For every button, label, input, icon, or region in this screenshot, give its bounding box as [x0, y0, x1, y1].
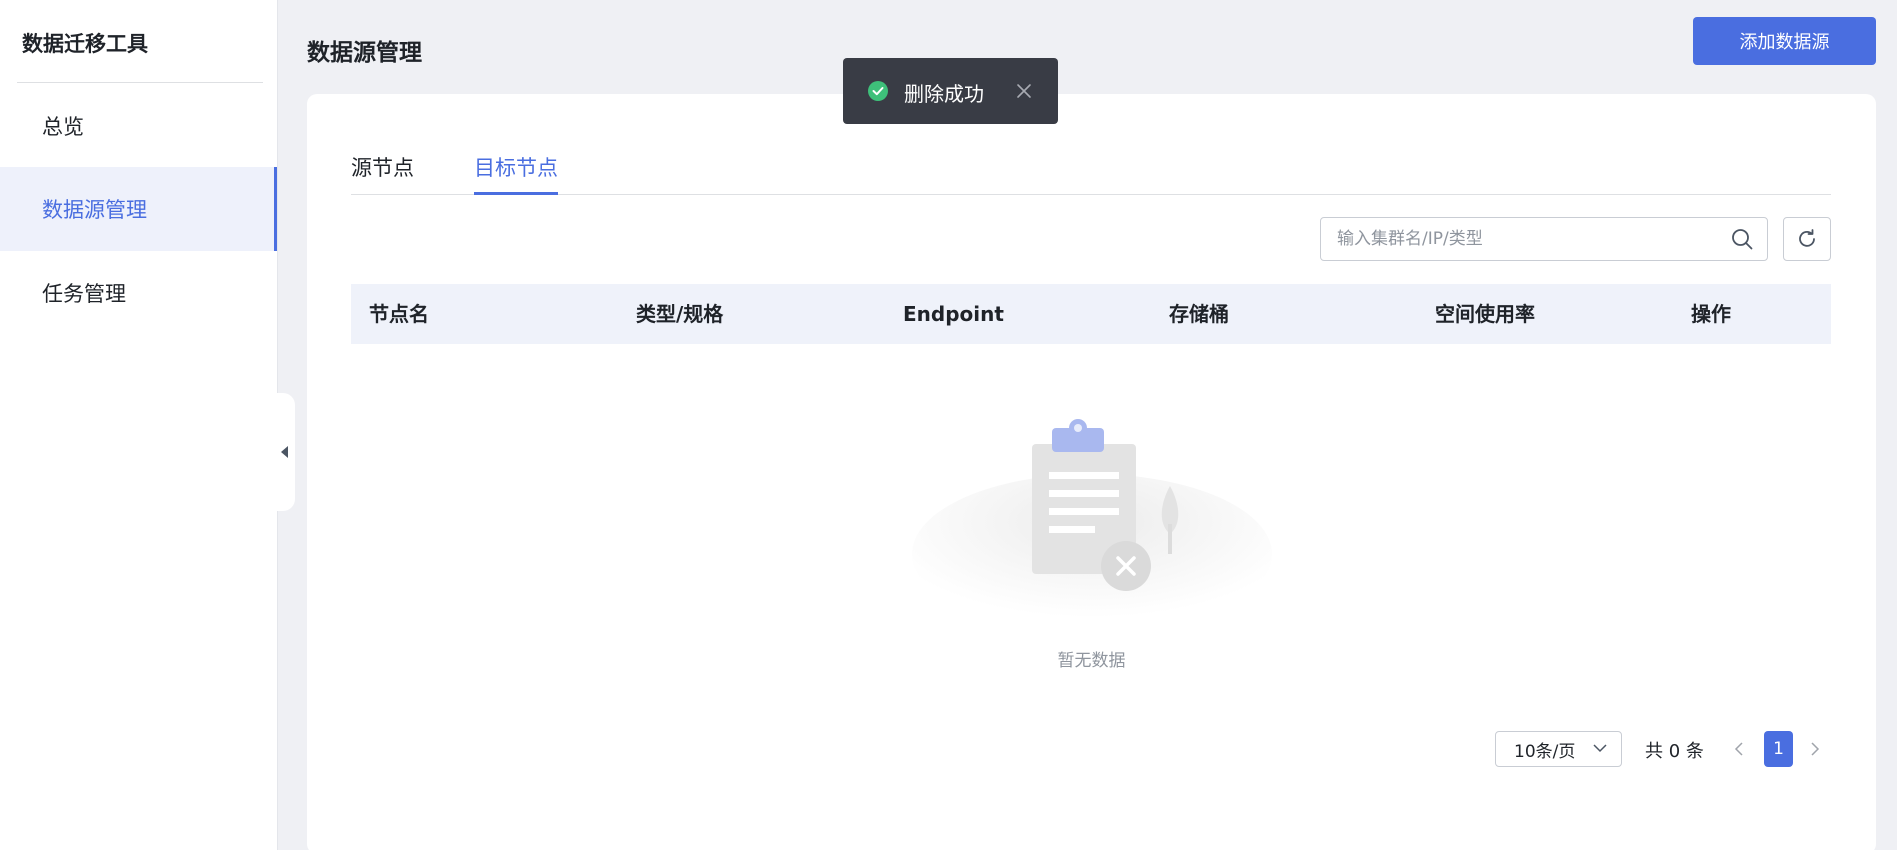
chevron-right-icon — [1811, 742, 1820, 756]
empty-data-illustration — [912, 419, 1272, 634]
tab-target-nodes[interactable]: 目标节点 — [474, 150, 558, 195]
sidebar-item-datasource-management[interactable]: 数据源管理 — [0, 167, 277, 251]
sidebar-item-label: 任务管理 — [42, 282, 126, 306]
close-icon[interactable] — [1016, 83, 1032, 99]
total-count: 共 0 条 — [1645, 741, 1704, 762]
page-title: 数据源管理 — [307, 40, 422, 66]
next-page-button[interactable] — [1803, 735, 1827, 763]
column-header-endpoint: Endpoint — [903, 302, 1004, 326]
main-card: 源节点 目标节点 节点名 类型/规格 Endpoint 存储桶 空间使用率 操作 — [307, 94, 1876, 850]
column-header-space-usage: 空间使用率 — [1435, 302, 1535, 326]
page-number-current[interactable]: 1 — [1764, 731, 1793, 767]
column-header-type-spec: 类型/规格 — [636, 302, 724, 326]
search-input[interactable] — [1321, 218, 1721, 260]
column-header-node-name: 节点名 — [369, 302, 429, 326]
refresh-button[interactable] — [1783, 217, 1831, 261]
empty-state-text: 暂无数据 — [1057, 651, 1126, 671]
sidebar-item-overview[interactable]: 总览 — [0, 84, 277, 168]
prev-page-button[interactable] — [1727, 735, 1751, 763]
search-box — [1320, 217, 1768, 261]
column-header-bucket: 存储桶 — [1169, 302, 1229, 326]
page-size-select[interactable]: 10条/页 — [1495, 731, 1622, 767]
sidebar-item-label: 总览 — [42, 115, 84, 139]
tab-bar: 源节点 目标节点 — [351, 150, 1831, 195]
success-toast: 删除成功 — [843, 58, 1058, 124]
chevron-left-icon — [1734, 742, 1743, 756]
add-datasource-button[interactable]: 添加数据源 — [1693, 17, 1876, 65]
sidebar: 数据迁移工具 总览 数据源管理 任务管理 — [0, 0, 278, 850]
column-header-actions: 操作 — [1691, 302, 1731, 326]
app-title: 数据迁移工具 — [22, 32, 148, 56]
sidebar-divider — [17, 82, 263, 83]
chevron-down-icon — [1593, 744, 1607, 753]
caret-left-icon — [280, 446, 288, 458]
search-icon[interactable] — [1731, 228, 1753, 250]
table-header: 节点名 类型/规格 Endpoint 存储桶 空间使用率 操作 — [351, 284, 1831, 344]
refresh-icon — [1799, 229, 1815, 247]
sidebar-item-label: 数据源管理 — [42, 198, 147, 222]
sidebar-item-task-management[interactable]: 任务管理 — [0, 251, 277, 335]
tab-source-nodes[interactable]: 源节点 — [351, 150, 414, 195]
toast-message: 删除成功 — [904, 82, 984, 106]
page-size-value: 10条/页 — [1514, 741, 1576, 762]
check-circle-icon — [868, 81, 888, 101]
sidebar-collapse-handle[interactable] — [277, 393, 295, 511]
